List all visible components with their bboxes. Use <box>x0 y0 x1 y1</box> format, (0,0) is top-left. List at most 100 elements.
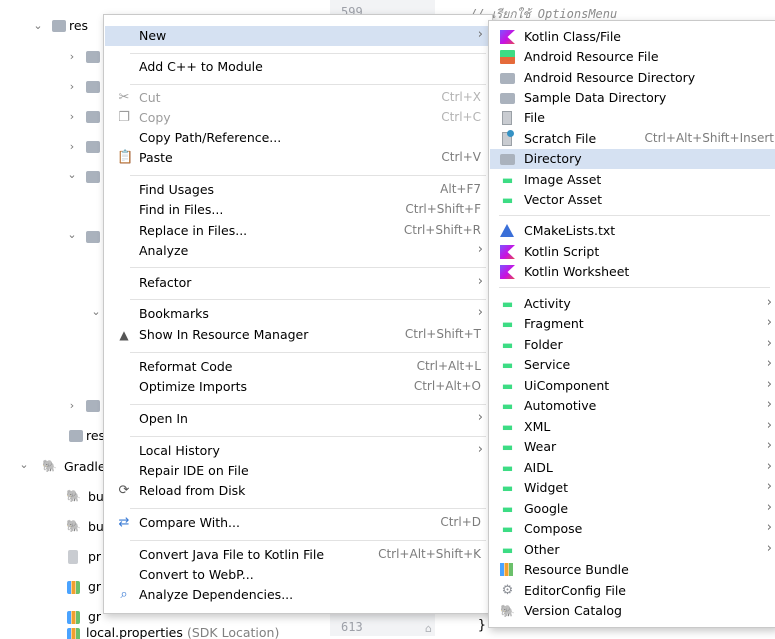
menu-item-label: Reload from Disk <box>139 483 246 498</box>
submenu-item-resource-bundle[interactable]: Resource Bundle <box>490 560 775 580</box>
tree-row[interactable]: ⌄ <box>0 168 110 186</box>
tree-row[interactable]: ⌄ <box>0 305 110 323</box>
submenu-item-label: Kotlin Class/File <box>524 29 621 44</box>
submenu-item-android-resource-directory[interactable]: Android Resource Directory <box>490 68 775 88</box>
submenu-item-image-asset[interactable]: ▬ Image Asset <box>490 170 775 190</box>
chevron-right-icon[interactable]: › <box>66 80 78 93</box>
submenu-item-aidl[interactable]: ▬ AIDL › <box>490 458 775 478</box>
chevron-right-icon[interactable]: › <box>66 140 78 153</box>
android-icon: ▬ <box>501 440 514 454</box>
chevron-right-icon[interactable]: › <box>66 399 78 412</box>
chevron-down-icon[interactable]: ⌄ <box>66 228 78 241</box>
submenu-item-service[interactable]: ▬ Service › <box>490 355 775 375</box>
menu-item-shortcut: Ctrl+X <box>441 90 481 104</box>
menu-item-paste[interactable]: 📋 Paste Ctrl+V <box>105 148 491 168</box>
chevron-down-icon[interactable]: ⌄ <box>90 305 102 318</box>
menu-item-local-history[interactable]: Local History › <box>105 441 491 461</box>
tree-row[interactable]: gr <box>0 608 110 626</box>
submenu-item-cmakelists[interactable]: CMakeLists.txt <box>490 221 775 241</box>
menu-item-find-usages[interactable]: Find Usages Alt+F7 <box>105 180 491 200</box>
submenu-item-kotlin-worksheet[interactable]: Kotlin Worksheet <box>490 262 775 282</box>
submenu-item-sample-data-directory[interactable]: Sample Data Directory <box>490 88 775 108</box>
submenu-item-automotive[interactable]: ▬ Automotive › <box>490 396 775 416</box>
resource-manager-icon: ▲ <box>119 328 129 342</box>
submenu-item-label: File <box>524 110 545 125</box>
menu-item-find-in-files[interactable]: Find in Files... Ctrl+Shift+F <box>105 200 491 220</box>
tree-row[interactable]: › <box>0 108 110 126</box>
submenu-item-other[interactable]: ▬ Other › <box>490 540 775 560</box>
tree-row[interactable]: › <box>0 397 110 415</box>
tree-row[interactable]: gr <box>0 578 110 596</box>
menu-item-repair-ide[interactable]: Repair IDE on File <box>105 461 491 481</box>
menu-item-optimize-imports[interactable]: Optimize Imports Ctrl+Alt+O <box>105 377 491 397</box>
submenu-item-wear[interactable]: ▬ Wear › <box>490 437 775 457</box>
tree-row[interactable]: res <box>0 427 110 445</box>
submenu-item-activity[interactable]: ▬ Activity › <box>490 294 775 314</box>
submenu-item-scratch-file[interactable]: Scratch File Ctrl+Alt+Shift+Insert <box>490 129 775 149</box>
chevron-down-icon[interactable]: ⌄ <box>32 19 44 32</box>
submenu-item-compose[interactable]: ▬ Compose › <box>490 519 775 539</box>
submenu-item-google[interactable]: ▬ Google › <box>490 499 775 519</box>
menu-item-reload-from-disk[interactable]: ⟳ Reload from Disk <box>105 481 491 501</box>
tree-row[interactable]: ⌄ <box>0 228 110 246</box>
menu-item-copy[interactable]: ❐ Copy Ctrl+C <box>105 108 491 128</box>
tree-row[interactable]: 🐘 bu <box>0 488 110 506</box>
tree-row[interactable]: local.properties (SDK Location) <box>0 625 330 639</box>
submenu-item-widget[interactable]: ▬ Widget › <box>490 478 775 498</box>
menu-item-convert-java-to-kotlin[interactable]: Convert Java File to Kotlin File Ctrl+Al… <box>105 545 491 565</box>
analyze-dependencies-icon: ⌕ <box>120 587 128 602</box>
chevron-down-icon[interactable]: ⌄ <box>18 458 30 471</box>
tree-row[interactable]: › <box>0 78 110 96</box>
submenu-item-label: Android Resource File <box>524 49 659 64</box>
chevron-down-icon[interactable]: ⌄ <box>66 168 78 181</box>
submenu-item-editorconfig[interactable]: ⚙ EditorConfig File <box>490 581 775 601</box>
menu-item-refactor[interactable]: Refactor › <box>105 273 491 293</box>
menu-item-analyze-dependencies[interactable]: ⌕ Analyze Dependencies... <box>105 585 491 605</box>
menu-item-open-in[interactable]: Open In › <box>105 409 491 429</box>
menu-item-shortcut: Alt+F7 <box>440 182 481 196</box>
submenu-item-vector-asset[interactable]: ▬ Vector Asset <box>490 190 775 210</box>
menu-item-analyze[interactable]: Analyze › <box>105 241 491 261</box>
submenu-item-fragment[interactable]: ▬ Fragment › <box>490 314 775 334</box>
menu-item-reformat-code[interactable]: Reformat Code Ctrl+Alt+L <box>105 357 491 377</box>
menu-item-cut[interactable]: ✂ Cut Ctrl+X <box>105 88 491 108</box>
menu-item-copy-path[interactable]: Copy Path/Reference... <box>105 128 491 148</box>
folder-icon <box>86 51 100 63</box>
menu-item-add-cpp[interactable]: Add C++ to Module <box>105 57 491 77</box>
menu-item-compare-with[interactable]: ⇄ Compare With... Ctrl+D <box>105 513 491 533</box>
kotlin-icon <box>500 245 515 259</box>
android-icon: ▬ <box>501 379 514 393</box>
chevron-right-icon[interactable]: › <box>66 50 78 63</box>
menu-item-new[interactable]: New › <box>105 26 491 46</box>
submenu-item-directory[interactable]: Directory <box>490 149 775 169</box>
fold-marker-icon[interactable]: ⌂ <box>425 622 432 635</box>
submenu-item-kotlin-script[interactable]: Kotlin Script <box>490 242 775 262</box>
tree-row[interactable]: 🐘 bu <box>0 518 110 536</box>
android-icon: ▬ <box>501 399 514 413</box>
tree-row[interactable]: › <box>0 48 110 66</box>
submenu-item-file[interactable]: File <box>490 108 775 128</box>
tree-item-label: bu <box>88 519 104 534</box>
submenu-item-xml[interactable]: ▬ XML › <box>490 417 775 437</box>
reload-icon: ⟳ <box>118 483 130 498</box>
submenu-item-kotlin-class[interactable]: Kotlin Class/File <box>490 27 775 47</box>
tree-row[interactable]: ⌄ 🐘 Gradle <box>0 458 110 476</box>
menu-item-convert-to-webp[interactable]: Convert to WebP... <box>105 565 491 585</box>
chevron-right-icon[interactable]: › <box>66 110 78 123</box>
submenu-separator <box>499 287 770 288</box>
menu-separator <box>130 404 486 405</box>
chevron-right-icon: › <box>477 442 483 457</box>
tree-row[interactable]: ⌄ res <box>0 17 110 35</box>
menu-item-bookmarks[interactable]: Bookmarks › <box>105 304 491 324</box>
submenu-item-label: Fragment <box>524 316 584 331</box>
menu-item-show-in-resource-manager[interactable]: ▲ Show In Resource Manager Ctrl+Shift+T <box>105 325 491 345</box>
folder-icon <box>500 73 515 84</box>
menu-item-replace-in-files[interactable]: Replace in Files... Ctrl+Shift+R <box>105 221 491 241</box>
tree-row[interactable]: › <box>0 138 110 156</box>
submenu-item-folder[interactable]: ▬ Folder › <box>490 335 775 355</box>
tree-row[interactable]: pr <box>0 548 110 566</box>
tree-item-label: Gradle <box>64 459 106 474</box>
submenu-item-uicomponent[interactable]: ▬ UiComponent › <box>490 376 775 396</box>
submenu-item-version-catalog[interactable]: 🐘 Version Catalog <box>490 601 775 621</box>
submenu-item-android-resource-file[interactable]: Android Resource File <box>490 47 775 67</box>
